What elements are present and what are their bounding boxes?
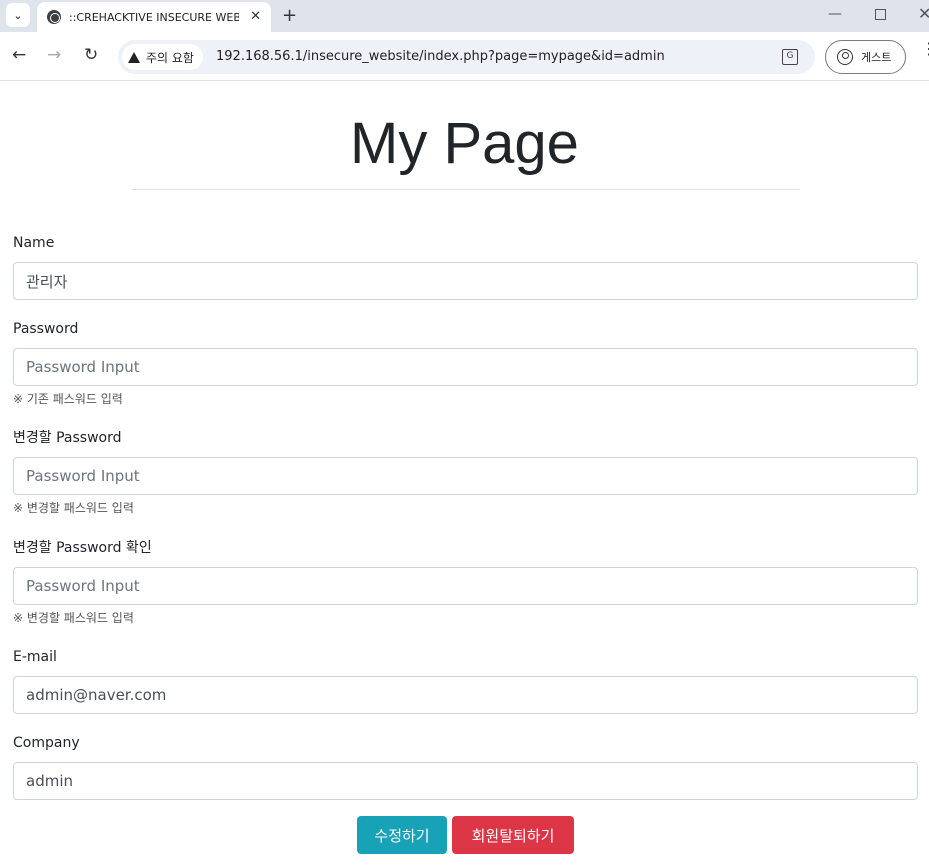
tab-title: ::CREHACKTIVE INSECURE WEBSITE — [69, 10, 239, 24]
title-divider — [132, 189, 800, 190]
security-chip[interactable]: 주의 요함 — [122, 44, 203, 70]
security-chip-label: 주의 요함 — [146, 50, 194, 65]
forward-arrow-icon[interactable]: → — [47, 45, 61, 65]
name-label: Name — [13, 235, 55, 251]
browser-tab[interactable]: ::CREHACKTIVE INSECURE WEBSITE ✕ — [37, 2, 271, 32]
password-label: Password — [13, 321, 79, 337]
page-title: My Page — [350, 111, 579, 176]
minimize-icon[interactable]: — — [828, 6, 842, 22]
new-password-help: ※ 변경할 패스워드 입력 — [13, 501, 134, 515]
url-text[interactable]: 192.168.56.1/insecure_website/index.php?… — [216, 49, 665, 64]
profile-label: 게스트 — [861, 51, 892, 64]
tab-strip: ⌄ ::CREHACKTIVE INSECURE WEBSITE ✕ + — ✕ — [0, 0, 929, 32]
close-icon[interactable]: ✕ — [250, 9, 261, 24]
profile-button[interactable]: 게스트 — [825, 40, 906, 74]
company-label: Company — [13, 735, 80, 751]
email-label: E-mail — [13, 649, 57, 665]
new-password-confirm-label: 변경할 Password 확인 — [13, 540, 152, 556]
company-input[interactable] — [13, 762, 918, 800]
name-input[interactable] — [13, 262, 918, 300]
password-help: ※ 기존 패스워드 입력 — [13, 392, 123, 406]
edit-button[interactable]: 수정하기 — [357, 816, 447, 854]
address-bar[interactable]: 주의 요함 192.168.56.1/insecure_website/inde… — [118, 40, 815, 74]
new-password-label: 변경할 Password — [13, 430, 122, 446]
password-input[interactable] — [13, 348, 918, 386]
warning-icon — [128, 51, 140, 63]
back-arrow-icon[interactable]: ← — [12, 45, 26, 65]
browser-toolbar: ← → ↻ 주의 요함 192.168.56.1/insecure_websit… — [0, 32, 929, 81]
translate-icon[interactable]: G — [782, 49, 798, 65]
reload-icon[interactable]: ↻ — [84, 45, 98, 65]
globe-icon — [47, 10, 61, 24]
new-password-input[interactable] — [13, 457, 918, 495]
plus-icon[interactable]: + — [282, 5, 297, 26]
withdraw-button[interactable]: 회원탈퇴하기 — [452, 816, 574, 854]
email-input[interactable] — [13, 676, 918, 714]
new-password-confirm-input[interactable] — [13, 567, 918, 605]
maximize-icon[interactable] — [875, 9, 886, 20]
tab-search-icon[interactable]: ⌄ — [6, 3, 30, 27]
new-password-confirm-help: ※ 변경할 패스워드 입력 — [13, 611, 134, 625]
profile-icon — [837, 49, 853, 65]
window-close-icon[interactable]: ✕ — [918, 4, 929, 23]
kebab-menu-icon[interactable]: ⋮ — [921, 41, 929, 57]
